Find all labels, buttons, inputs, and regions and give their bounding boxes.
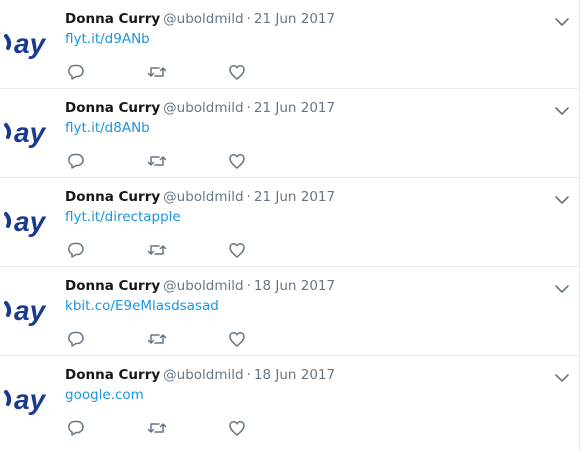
tweet[interactable]: ay Donna Curry @uboldmild · 21 Jun 2017 fly…: [0, 89, 579, 178]
avatar-logo-text: ay: [14, 117, 47, 148]
reply-icon[interactable]: [67, 419, 85, 437]
tweet-date[interactable]: 21 Jun 2017: [254, 11, 335, 27]
tweet-header: Donna Curry @uboldmild · 21 Jun 2017: [65, 11, 335, 28]
tweet-header: Donna Curry @uboldmild · 18 Jun 2017: [65, 278, 335, 295]
author-name[interactable]: Donna Curry: [65, 189, 160, 205]
avatar-logo-text: ay: [14, 384, 47, 415]
author-name[interactable]: Donna Curry: [65, 100, 160, 116]
chevron-down-icon[interactable]: [554, 369, 570, 382]
tweet-date[interactable]: 21 Jun 2017: [254, 100, 335, 116]
avatar[interactable]: ay: [0, 198, 55, 246]
avatar[interactable]: ay: [0, 287, 55, 335]
tweet-date[interactable]: 21 Jun 2017: [254, 189, 335, 205]
heart-icon[interactable]: [228, 241, 246, 259]
author-handle[interactable]: @uboldmild: [163, 100, 243, 116]
heart-icon[interactable]: [228, 419, 246, 437]
author-name[interactable]: Donna Curry: [65, 278, 160, 294]
separator-dot: ·: [246, 100, 251, 116]
retweet-icon[interactable]: [147, 241, 167, 259]
author-handle[interactable]: @uboldmild: [163, 278, 243, 294]
retweet-icon[interactable]: [147, 419, 167, 437]
tweet-link[interactable]: flyt.it/directapple: [65, 209, 181, 226]
avatar-logo-text: ay: [14, 206, 47, 237]
retweet-icon[interactable]: [147, 330, 167, 348]
retweet-icon[interactable]: [147, 63, 167, 81]
tweet-date[interactable]: 18 Jun 2017: [254, 278, 335, 294]
author-name[interactable]: Donna Curry: [65, 367, 160, 383]
tweet-link[interactable]: flyt.it/d9ANb: [65, 31, 150, 48]
avatar[interactable]: ay: [0, 376, 55, 424]
avatar-logo-text: ay: [14, 295, 47, 326]
tweet-link[interactable]: kbit.co/E9eMlasdsasad: [65, 298, 219, 315]
reply-icon[interactable]: [67, 241, 85, 259]
chevron-down-icon[interactable]: [554, 280, 570, 293]
reply-icon[interactable]: [67, 330, 85, 348]
tweet[interactable]: ay Donna Curry @uboldmild · 18 Jun 2017 kbi…: [0, 267, 579, 356]
tweet-date[interactable]: 18 Jun 2017: [254, 367, 335, 383]
tweet-feed: ay Donna Curry @uboldmild · 21 Jun 2017 fly…: [0, 0, 580, 452]
author-handle[interactable]: @uboldmild: [163, 367, 243, 383]
tweet[interactable]: ay Donna Curry @uboldmild · 21 Jun 2017 fly…: [0, 0, 579, 89]
tweet-header: Donna Curry @uboldmild · 21 Jun 2017: [65, 100, 335, 117]
reply-icon[interactable]: [67, 152, 85, 170]
avatar-logo-text: ay: [14, 28, 47, 59]
chevron-down-icon[interactable]: [554, 13, 570, 26]
heart-icon[interactable]: [228, 330, 246, 348]
separator-dot: ·: [246, 367, 251, 383]
tweet-header: Donna Curry @uboldmild · 18 Jun 2017: [65, 367, 335, 384]
heart-icon[interactable]: [228, 152, 246, 170]
tweet-link[interactable]: google.com: [65, 387, 144, 404]
retweet-icon[interactable]: [147, 152, 167, 170]
tweet-header: Donna Curry @uboldmild · 21 Jun 2017: [65, 189, 335, 206]
separator-dot: ·: [246, 11, 251, 27]
separator-dot: ·: [246, 189, 251, 205]
chevron-down-icon[interactable]: [554, 102, 570, 115]
reply-icon[interactable]: [67, 63, 85, 81]
author-handle[interactable]: @uboldmild: [163, 189, 243, 205]
tweet[interactable]: ay Donna Curry @uboldmild · 18 Jun 2017 goo…: [0, 356, 579, 445]
tweet-link[interactable]: flyt.it/d8ANb: [65, 120, 150, 137]
avatar[interactable]: ay: [0, 20, 55, 68]
avatar[interactable]: ay: [0, 109, 55, 157]
chevron-down-icon[interactable]: [554, 191, 570, 204]
tweet[interactable]: ay Donna Curry @uboldmild · 21 Jun 2017 fly…: [0, 178, 579, 267]
author-handle[interactable]: @uboldmild: [163, 11, 243, 27]
heart-icon[interactable]: [228, 63, 246, 81]
separator-dot: ·: [246, 278, 251, 294]
author-name[interactable]: Donna Curry: [65, 11, 160, 27]
